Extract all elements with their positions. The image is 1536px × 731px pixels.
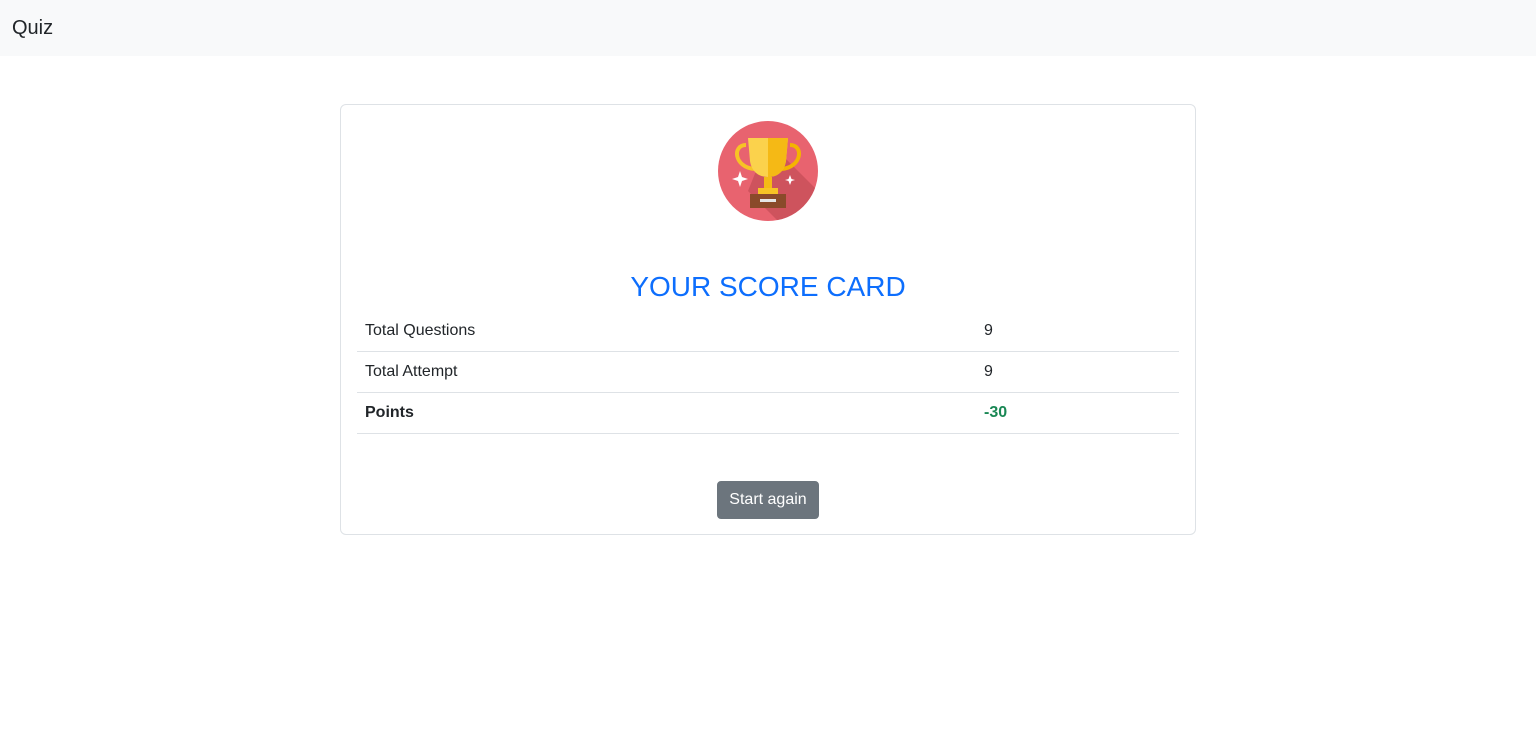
points-value: -30 (976, 392, 1179, 434)
table-row: Total Questions 9 (357, 311, 1179, 352)
row-value: 9 (976, 311, 1179, 352)
table-row: Total Attempt 9 (357, 351, 1179, 393)
score-card-title: YOUR SCORE CARD (630, 271, 906, 302)
trophy-icon (718, 121, 818, 221)
score-card: YOUR SCORE CARD Total Questions 9 Total … (340, 104, 1196, 535)
start-again-button[interactable]: Start again (717, 481, 819, 519)
navbar: Quiz (0, 0, 1536, 56)
row-value: 9 (976, 351, 1179, 393)
row-label: Total Attempt (357, 351, 976, 393)
points-label: Points (357, 392, 976, 434)
navbar-brand[interactable]: Quiz (12, 17, 53, 40)
score-table: Total Questions 9 Total Attempt 9 Points… (357, 311, 1179, 434)
row-label: Total Questions (357, 311, 976, 352)
table-row: Points -30 (357, 392, 1179, 434)
